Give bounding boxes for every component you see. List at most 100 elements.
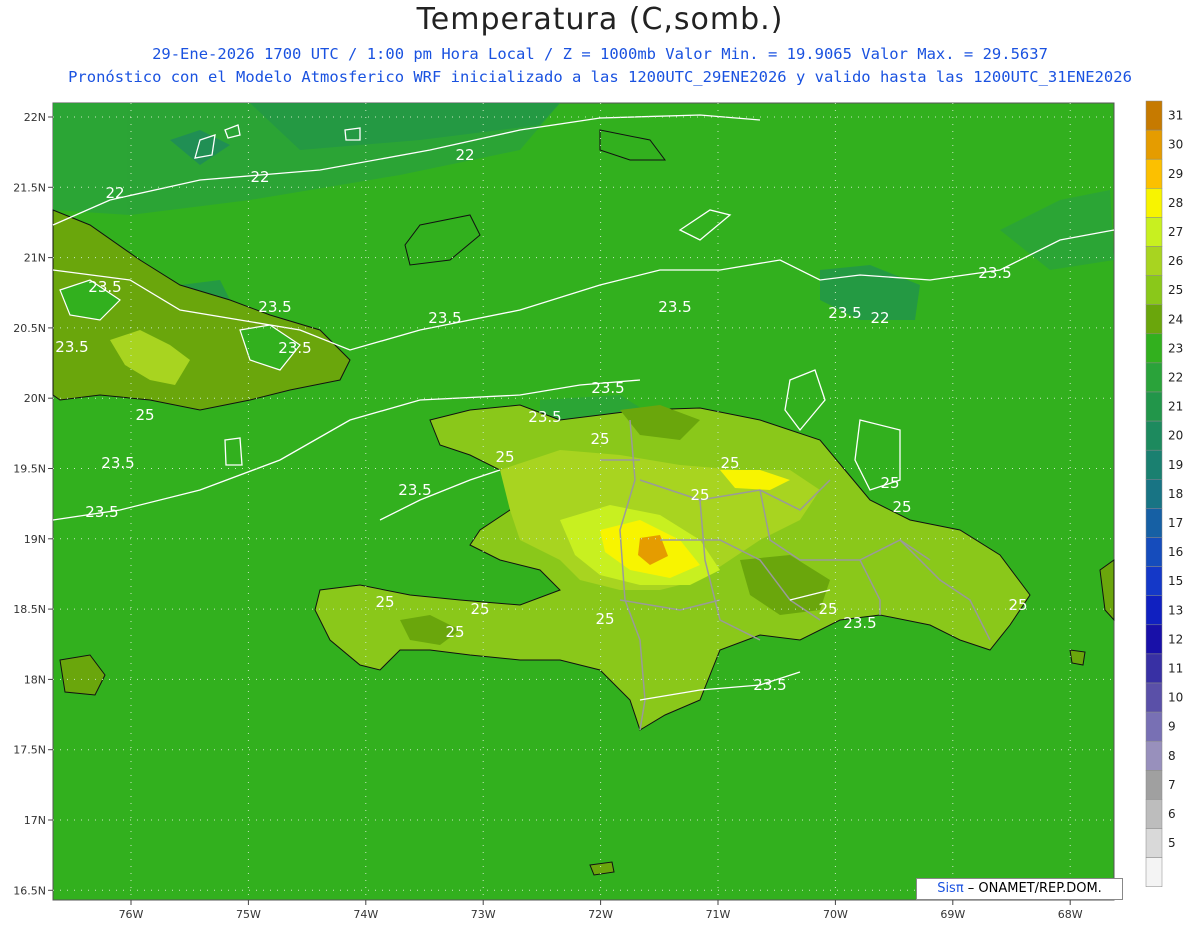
lon-label: 69W <box>940 908 965 921</box>
colorbar-label: 5 <box>1168 836 1176 850</box>
colorbar-label: 26 <box>1168 254 1183 268</box>
colorbar-swatch <box>1145 449 1163 480</box>
credit-box: Sisπ – ONAMET/REP.DOM. <box>916 878 1123 900</box>
colorbar-swatch <box>1145 857 1163 887</box>
lon-label: 68W <box>1058 908 1083 921</box>
colorbar-label: 31 <box>1168 109 1183 123</box>
contour-label: 25 <box>1008 596 1027 614</box>
contour-label: 25 <box>590 430 609 448</box>
contour-label: 25 <box>135 406 154 424</box>
contour-label: 25 <box>690 486 709 504</box>
colorbar-label: 27 <box>1168 225 1183 239</box>
colorbar-label: 18 <box>1168 487 1183 501</box>
colorbar-label: 6 <box>1168 807 1176 821</box>
lat-label: 18N <box>24 673 46 686</box>
contour-label: 23.5 <box>85 503 118 521</box>
lon-label: 71W <box>706 908 731 921</box>
colorbar-label: 28 <box>1168 196 1183 210</box>
contour-label: 22 <box>870 309 889 327</box>
lat-label: 21.5N <box>13 181 46 194</box>
lon-label: 70W <box>823 908 848 921</box>
contour-label: 22 <box>455 146 474 164</box>
colorbar-swatch <box>1145 100 1163 131</box>
colorbar-swatch <box>1145 158 1163 189</box>
lat-label: 19N <box>24 533 46 546</box>
colorbar-swatch <box>1145 333 1163 364</box>
contour-label: 23.5 <box>278 339 311 357</box>
colorbar-swatch <box>1145 653 1163 684</box>
colorbar-label: 17 <box>1168 516 1183 530</box>
contour-label: 25 <box>880 474 899 492</box>
colorbar-label: 7 <box>1168 778 1176 792</box>
colorbar-swatch <box>1145 188 1163 218</box>
longitude-axis: 76W 75W 74W 73W 72W 71W 70W 69W 68W <box>119 900 1083 921</box>
colorbar-swatch <box>1145 770 1163 800</box>
lat-label: 18.5N <box>13 603 46 616</box>
colorbar-label: 10 <box>1168 691 1183 705</box>
contour-label: 23.5 <box>658 298 691 316</box>
lat-label: 16.5N <box>13 884 46 897</box>
colorbar-swatch <box>1145 508 1163 538</box>
colorbar-label: 11 <box>1168 661 1183 675</box>
colorbar-label: 16 <box>1168 545 1183 559</box>
credit-text: – ONAMET/REP.DOM. <box>963 881 1102 896</box>
contour-label: 25 <box>595 610 614 628</box>
colorbar-swatch <box>1145 391 1163 422</box>
colorbar-swatch <box>1145 711 1163 742</box>
lat-label: 19.5N <box>13 463 46 476</box>
colorbar-label: 9 <box>1168 720 1176 734</box>
contour-label: 25 <box>818 600 837 618</box>
contour-label: 23.5 <box>258 298 291 316</box>
lon-label: 76W <box>119 908 144 921</box>
lat-label: 17.5N <box>13 744 46 757</box>
colorbar-swatch <box>1145 304 1163 335</box>
colorbar: 31 30 29 28 27 26 25 24 23 22 21 20 19 18 17 16 15 13 12 11… <box>1145 100 1183 887</box>
contour-label: 23.5 <box>843 614 876 632</box>
lat-label: 21N <box>24 252 46 265</box>
colorbar-label: 20 <box>1168 429 1183 443</box>
colorbar-label: 29 <box>1168 167 1183 181</box>
colorbar-swatch <box>1145 129 1163 160</box>
colorbar-swatch <box>1145 740 1163 771</box>
contour-label: 22 <box>250 168 269 186</box>
lon-label: 75W <box>236 908 261 921</box>
contour-label: 23.5 <box>591 379 624 397</box>
colorbar-swatch <box>1145 624 1163 655</box>
lon-label: 74W <box>353 908 378 921</box>
colorbar-swatch <box>1145 828 1163 858</box>
colorbar-label: 22 <box>1168 370 1183 384</box>
contour-label: 23.5 <box>55 338 88 356</box>
colorbar-swatch <box>1145 217 1163 247</box>
colorbar-label: 13 <box>1168 603 1183 617</box>
colorbar-label: 24 <box>1168 312 1183 326</box>
contour-label: 23.5 <box>88 278 121 296</box>
lat-label: 22N <box>24 111 46 124</box>
colorbar-label: 19 <box>1168 458 1183 472</box>
colorbar-label: 15 <box>1168 574 1183 588</box>
contour-label: 25 <box>445 623 464 641</box>
colorbar-swatch <box>1145 362 1163 393</box>
colorbar-swatch <box>1145 799 1163 829</box>
colorbar-swatch <box>1145 275 1163 305</box>
colorbar-swatch <box>1145 537 1163 567</box>
lat-label: 20.5N <box>13 322 46 335</box>
sispi-logo: Sisπ <box>937 881 964 896</box>
contour-label: 25 <box>375 593 394 611</box>
colorbar-label: 12 <box>1168 632 1183 646</box>
lat-label: 17N <box>24 814 46 827</box>
contour-label: 23.5 <box>978 264 1011 282</box>
latitude-axis: 22N 21.5N 21N 20.5N 20N 19.5N 19N 18.5N 18N 17.5N… <box>13 111 53 897</box>
contour-label: 23.5 <box>753 676 786 694</box>
colorbar-swatch <box>1145 479 1163 509</box>
colorbar-label: 8 <box>1168 749 1176 763</box>
lat-label: 20N <box>24 392 46 405</box>
contour-label: 25 <box>495 448 514 466</box>
contour-label: 23.5 <box>528 408 561 426</box>
lon-label: 73W <box>471 908 496 921</box>
contour-label: 23.5 <box>428 309 461 327</box>
contour-label: 23.5 <box>101 454 134 472</box>
colorbar-swatch <box>1145 595 1163 626</box>
lon-label: 72W <box>588 908 613 921</box>
temperature-map: 22 22 22 22 23.5 23.5 23.5 23.5 23.5 23.5 23.5 23.5… <box>13 100 1183 921</box>
colorbar-label: 21 <box>1168 400 1183 414</box>
